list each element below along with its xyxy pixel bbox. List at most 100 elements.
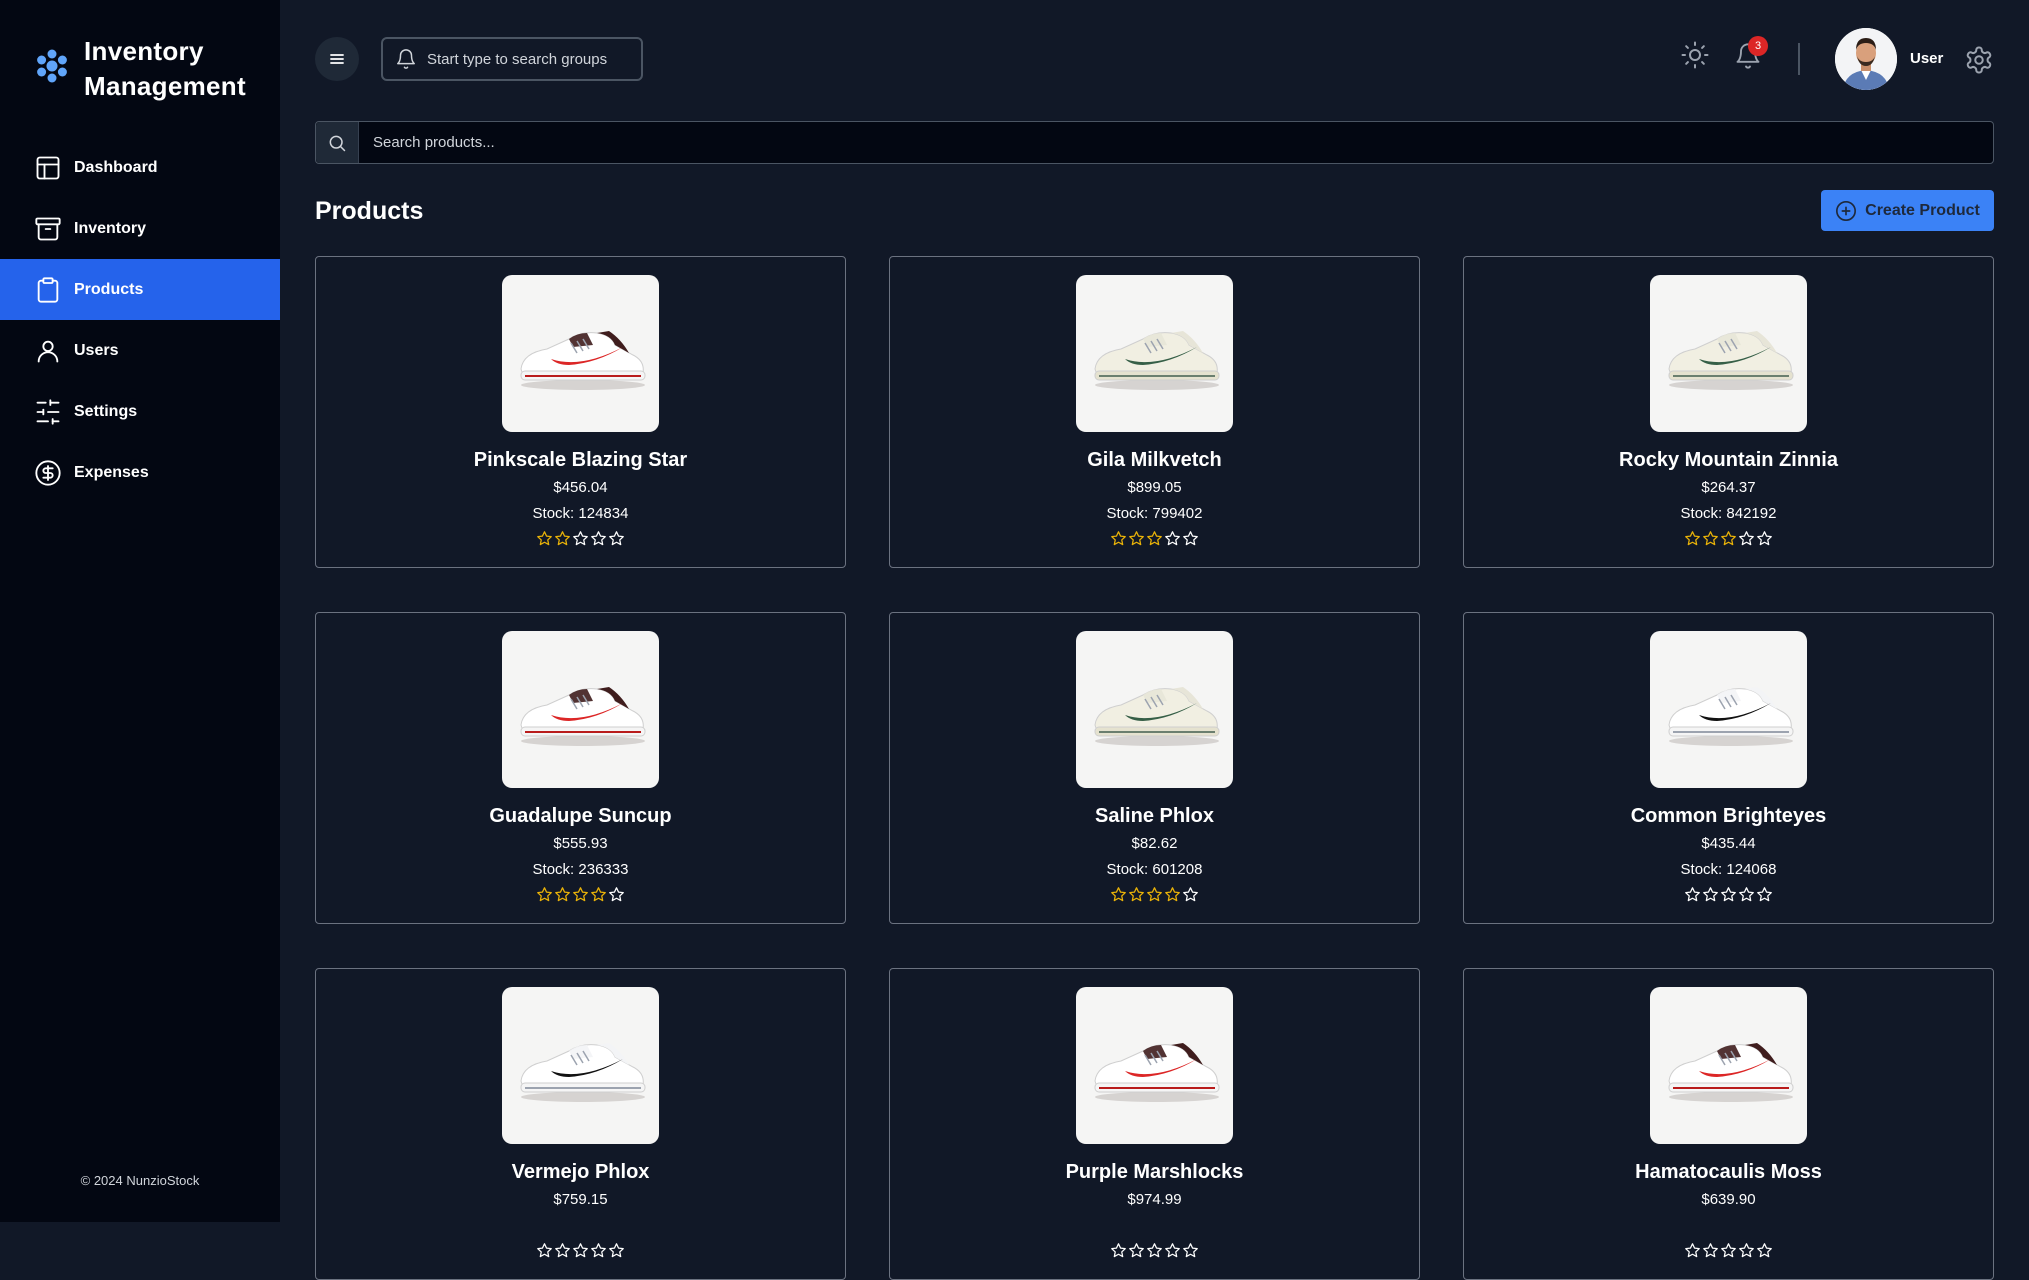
product-card[interactable]: Hamatocaulis Moss $639.90: [1463, 968, 1994, 1280]
star-empty-icon: [1739, 887, 1754, 902]
star-empty-icon: [1703, 887, 1718, 902]
product-card[interactable]: Common Brighteyes $435.44 Stock: 124068: [1463, 612, 1994, 924]
sidebar-item-label: Products: [74, 280, 144, 298]
product-image: [1650, 275, 1807, 432]
product-rating: [890, 1242, 1419, 1259]
sidebar-item-expenses[interactable]: Expenses: [0, 442, 280, 503]
product-name: Rocky Mountain Zinnia: [1619, 449, 1838, 471]
clipboard-icon: [37, 276, 59, 303]
product-price: $555.93: [553, 835, 608, 852]
theme-toggle-sun-icon[interactable]: [1680, 40, 1710, 70]
search-icon-box: [316, 122, 359, 163]
star-empty-icon: [1685, 1243, 1700, 1258]
product-card[interactable]: Pinkscale Blazing Star $456.04 Stock: 12…: [315, 256, 846, 568]
star-empty-icon: [1183, 887, 1198, 902]
star-empty-icon: [1703, 1243, 1718, 1258]
sidebar-item-label: Dashboard: [74, 158, 158, 176]
star-empty-icon: [537, 1243, 552, 1258]
brand[interactable]: Inventory Management: [32, 34, 246, 104]
sidebar-item-label: Expenses: [74, 463, 149, 481]
product-image: [1076, 275, 1233, 432]
notifications-button[interactable]: 3: [1734, 36, 1768, 74]
sidebar: Inventory Management Dashboard Inventory…: [0, 0, 280, 1222]
layout-icon: [36, 156, 60, 179]
star-empty-icon: [1757, 1243, 1772, 1258]
product-name: Purple Marshlocks: [1065, 1161, 1244, 1183]
product-image: [1650, 631, 1807, 788]
product-rating: [316, 1242, 845, 1259]
sidebar-item-label: Settings: [74, 402, 138, 420]
star-filled-icon: [537, 531, 552, 546]
notification-badge: 3: [1748, 36, 1768, 56]
dollar-circle-icon: [35, 459, 61, 486]
sneaker-image: [1667, 330, 1793, 390]
product-rating: [1464, 530, 1993, 547]
product-search-input[interactable]: [359, 133, 1993, 152]
star-empty-icon: [573, 531, 588, 546]
product-card[interactable]: Purple Marshlocks $974.99: [889, 968, 1420, 1280]
sneaker-image: [1667, 686, 1793, 746]
product-rating: [316, 886, 845, 903]
avatar[interactable]: [1835, 28, 1897, 90]
product-card[interactable]: Rocky Mountain Zinnia $264.37 Stock: 842…: [1463, 256, 1994, 568]
star-empty-icon: [1739, 531, 1754, 546]
product-stock: Stock: 124834: [532, 505, 629, 522]
star-empty-icon: [609, 1243, 624, 1258]
gear-icon[interactable]: [1964, 45, 1994, 75]
user-icon: [37, 340, 59, 362]
sneaker-image: [1093, 1042, 1219, 1102]
sidebar-item-products[interactable]: Products: [0, 259, 280, 320]
product-stock: Stock: 842192: [1680, 505, 1777, 522]
star-empty-icon: [609, 531, 624, 546]
product-price: $759.15: [553, 1191, 608, 1208]
star-empty-icon: [1757, 531, 1772, 546]
group-search-input[interactable]: [425, 49, 629, 69]
star-filled-icon: [1147, 531, 1162, 546]
sidebar-item-users[interactable]: Users: [0, 320, 280, 381]
product-stock: Stock: 124068: [1680, 861, 1777, 878]
star-filled-icon: [537, 887, 552, 902]
create-product-label: Create Product: [1865, 201, 1980, 219]
product-card[interactable]: Gila Milkvetch $899.05 Stock: 799402: [889, 256, 1420, 568]
bell-icon: [397, 49, 415, 69]
app-title-line2: Management: [84, 71, 246, 101]
sneaker-image: [1093, 686, 1219, 746]
star-filled-icon: [591, 887, 606, 902]
sneaker-image: [519, 1042, 645, 1102]
product-price: $899.05: [1127, 479, 1182, 496]
product-card[interactable]: Saline Phlox $82.62 Stock: 601208: [889, 612, 1420, 924]
menu-toggle-button[interactable]: [315, 37, 359, 81]
group-search-field[interactable]: [381, 37, 643, 81]
product-name: Hamatocaulis Moss: [1635, 1161, 1822, 1183]
product-card[interactable]: Guadalupe Suncup $555.93 Stock: 236333: [315, 612, 846, 924]
star-empty-icon: [1165, 1243, 1180, 1258]
product-stock: Stock: 236333: [532, 861, 629, 878]
product-rating: [1464, 1242, 1993, 1259]
sidebar-item-settings[interactable]: Settings: [0, 381, 280, 442]
star-filled-icon: [1721, 531, 1736, 546]
copyright: © 2024 NunzioStock: [80, 1173, 200, 1188]
product-image: [502, 275, 659, 432]
app-title-line1: Inventory: [84, 36, 204, 66]
star-filled-icon: [1165, 887, 1180, 902]
star-filled-icon: [573, 887, 588, 902]
product-search-field[interactable]: [315, 121, 1994, 164]
user-name[interactable]: User: [1910, 50, 1943, 67]
product-image: [1076, 631, 1233, 788]
star-filled-icon: [1111, 531, 1126, 546]
product-name: Common Brighteyes: [1630, 805, 1827, 827]
product-name: Saline Phlox: [1095, 805, 1214, 827]
sidebar-item-label: Inventory: [74, 219, 147, 237]
sneaker-image: [1667, 1042, 1793, 1102]
app-title: Inventory Management: [84, 34, 246, 104]
product-card[interactable]: Vermejo Phlox $759.15: [315, 968, 846, 1280]
sneaker-image: [519, 686, 645, 746]
star-filled-icon: [1685, 531, 1700, 546]
star-empty-icon: [1685, 887, 1700, 902]
sidebar-item-dashboard[interactable]: Dashboard: [0, 137, 280, 198]
sidebar-item-inventory[interactable]: Inventory: [0, 198, 280, 259]
create-product-button[interactable]: Create Product: [1821, 190, 1994, 231]
star-empty-icon: [1165, 531, 1180, 546]
star-empty-icon: [1183, 531, 1198, 546]
menu-icon: [330, 54, 344, 64]
